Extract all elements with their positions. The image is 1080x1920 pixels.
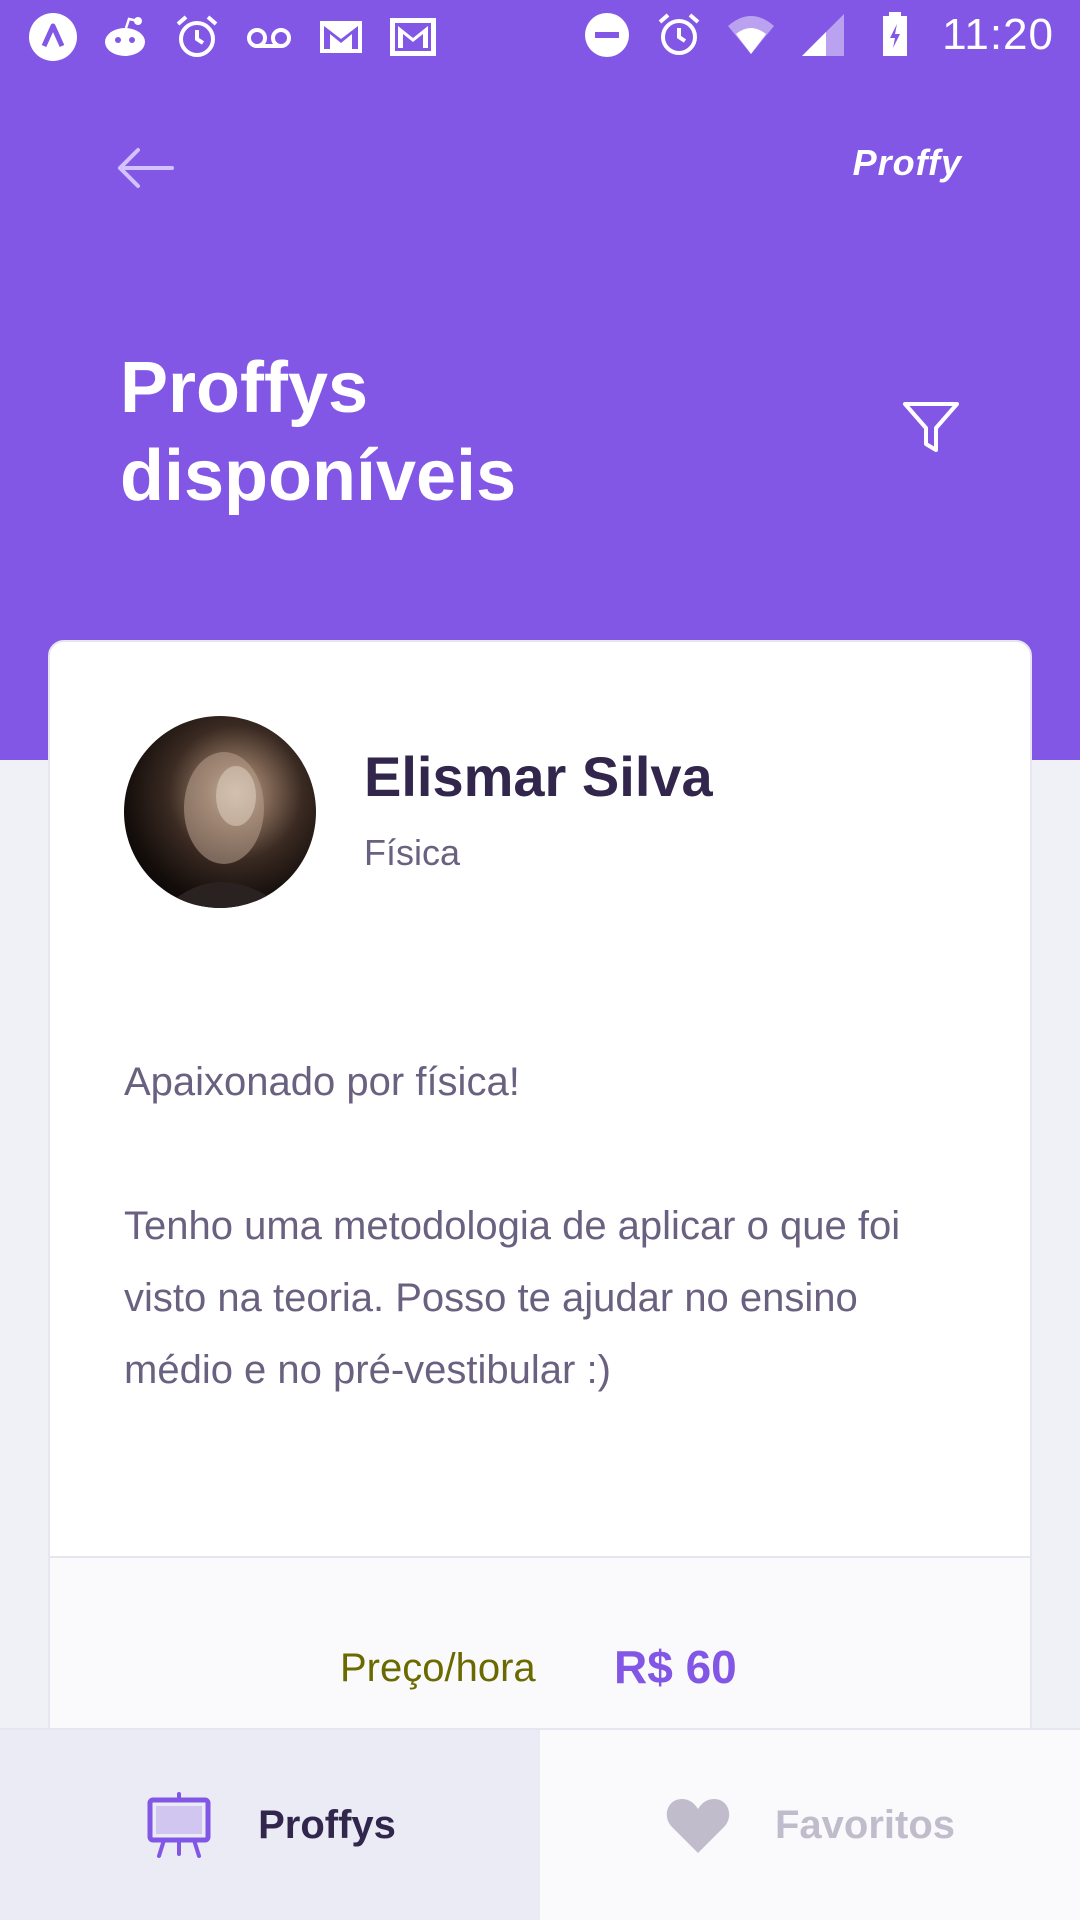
avatar bbox=[124, 716, 316, 908]
filter-icon bbox=[903, 402, 959, 452]
heart-icon bbox=[666, 1799, 730, 1853]
alarm-icon bbox=[654, 10, 704, 60]
tab-proffys[interactable]: Proffys bbox=[0, 1730, 540, 1920]
back-button[interactable] bbox=[112, 140, 176, 196]
bio-paragraph: Apaixonado por física! bbox=[124, 1060, 520, 1104]
voicemail-icon bbox=[244, 12, 294, 62]
tab-label: Favoritos bbox=[774, 1802, 956, 1847]
tab-favoritos[interactable]: Favoritos bbox=[540, 1730, 1080, 1920]
page-title: Proffys disponíveis bbox=[120, 348, 517, 516]
status-time: 11:20 bbox=[942, 10, 1054, 59]
price-value: R$ 60 bbox=[614, 1641, 737, 1693]
price-label: Preço/hora bbox=[340, 1646, 536, 1690]
teacher-bio: Apaixonado por física! Tenho uma metodol… bbox=[124, 1046, 944, 1478]
brand-logo: Proffy bbox=[852, 142, 962, 183]
tab-bar: Proffys Favoritos bbox=[0, 1728, 1080, 1920]
teacher-card: Elismar Silva Física Apaixonado por físi… bbox=[48, 640, 1032, 1910]
teacher-subject: Física bbox=[364, 832, 461, 873]
wifi-icon bbox=[726, 10, 776, 60]
gmail-icon bbox=[388, 12, 438, 62]
teacher-name: Elismar Silva bbox=[364, 745, 713, 808]
bio-paragraph: Tenho uma metodologia de aplicar o que f… bbox=[124, 1204, 901, 1392]
arrow-left-icon bbox=[118, 148, 174, 188]
easel-icon bbox=[147, 1792, 211, 1858]
app-icon bbox=[28, 12, 78, 62]
tab-label: Proffys bbox=[258, 1802, 396, 1847]
filter-button[interactable] bbox=[900, 396, 962, 458]
alarm-icon bbox=[172, 12, 222, 62]
battery-icon bbox=[870, 10, 920, 60]
do-not-disturb-icon bbox=[582, 10, 632, 60]
gmail-icon bbox=[316, 12, 366, 62]
signal-icon bbox=[798, 10, 848, 60]
reddit-icon bbox=[100, 12, 150, 62]
status-bar: 11:20 bbox=[0, 0, 1080, 74]
